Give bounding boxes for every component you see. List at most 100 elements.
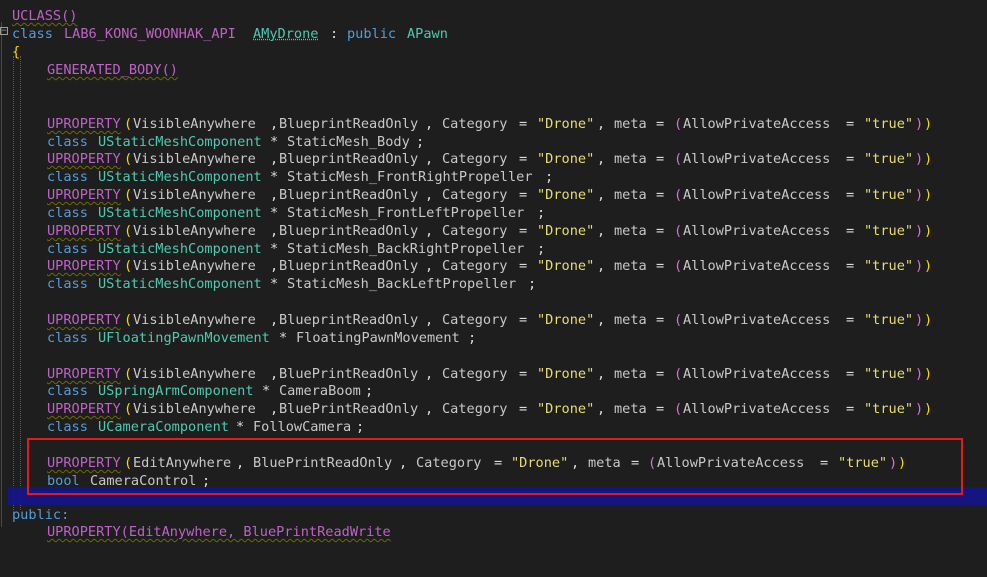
member-name: StaticMesh_FrontLeftPropeller [287,205,525,221]
class-keyword: class [47,419,88,435]
code-line: GENERATED_BODY() [0,61,178,79]
specifier: Category [442,312,508,328]
code-line: class USpringArmComponent * CameraBoom; [47,383,374,399]
string-literal: "Drone" [537,366,595,382]
specifier: AllowPrivateAccess [683,258,831,274]
uproperty-macro: UPROPERTY [47,401,121,417]
colon: : [330,26,339,42]
code-line: UPROPERTY(VisibleAnywhere, BlueprintReadO… [47,223,933,239]
code-line: UPROPERTY(VisibleAnywhere, BlueprintReadO… [47,312,933,328]
string-literal: "Drone" [537,312,595,328]
specifier: meta [614,366,647,382]
specifier: meta [614,116,647,132]
specifier: meta [614,312,647,328]
string-literal: "Drone" [537,151,595,167]
type-name: UStaticMeshComponent [98,241,262,257]
specifier: AllowPrivateAccess [683,116,831,132]
uproperty-macro: UPROPERTY [47,116,121,132]
code-line: UPROPERTY(VisibleAnywhere, BluePrintReadO… [47,366,933,382]
access-specifier: public: [12,507,70,523]
specifier: Category [442,187,508,203]
specifier: AllowPrivateAccess [683,187,831,203]
specifier: meta [614,401,647,417]
code-line: UCLASS() [0,7,77,25]
member-name: StaticMesh_Body [287,134,410,150]
uproperty-macro: UPROPERTY [47,223,121,239]
code-line: UPROPERTY(VisibleAnywhere, BlueprintReadO… [47,116,933,132]
uproperty-macro: UPROPERTY [47,187,121,203]
uproperty-macro: UPROPERTY [47,366,121,382]
string-literal: "Drone" [537,223,595,239]
code-line: public: [0,506,69,524]
string-literal: "true" [864,187,914,203]
string-literal: "Drone" [537,258,595,274]
code-line: UPROPERTY(VisibleAnywhere, BlueprintReadO… [47,187,933,203]
code-line: UPROPERTY(EditAnywhere, BluePrintReadWri… [0,523,391,541]
specifier: BlueprintReadOnly [279,151,419,167]
type-name: UStaticMeshComponent [98,276,262,292]
code-line: UPROPERTY(VisibleAnywhere, BlueprintReadO… [47,151,933,167]
specifier: meta [614,223,647,239]
generated-body-macro: GENERATED_BODY() [47,62,178,78]
class-keyword: class [47,241,88,257]
string-literal: "Drone" [537,116,595,132]
type-name: UStaticMeshComponent [98,205,262,221]
specifier: Category [442,151,508,167]
specifier: AllowPrivateAccess [683,312,831,328]
specifier: VisibleAnywhere [133,258,256,274]
code-line: class UStaticMeshComponent * StaticMesh_Bod… [47,134,425,150]
string-literal: "true" [864,401,914,417]
specifier: AllowPrivateAccess [683,401,831,417]
type-name: USpringArmComponent [98,383,254,399]
specifier: Category [442,401,508,417]
code-line: class UStaticMeshComponent * StaticMesh_Fro… [47,205,546,221]
specifier: VisibleAnywhere [133,187,256,203]
specifier: meta [614,151,647,167]
code-line: class UCameraComponent * FollowCamera; [47,419,365,435]
code-editor[interactable]: − UCLASS() class LAB6_KONG_WOONHAK_API A… [0,0,987,540]
string-literal: "Drone" [537,401,595,417]
uproperty-macro: UPROPERTY(EditAnywhere, BluePrintReadWri… [47,524,391,540]
member-name: StaticMesh_BackRightPropeller [287,241,525,257]
specifier: BlueprintReadOnly [279,187,419,203]
type-name: UFloatingPawnMovement [98,330,270,346]
string-literal: "true" [864,258,914,274]
public-keyword: public [347,26,397,42]
member-name: FloatingPawnMovement [296,330,460,346]
specifier: meta [614,258,647,274]
uproperty-macro: UPROPERTY [47,312,121,328]
code-line: class UFloatingPawnMovement * FloatingPawnM… [47,330,477,346]
code-line: class UStaticMeshComponent * StaticMesh_Bac… [47,241,546,257]
code-line: class UStaticMeshComponent * StaticMesh_Bac… [47,276,537,292]
code-line: UPROPERTY(VisibleAnywhere, BluePrintReadO… [47,401,933,417]
specifier: AllowPrivateAccess [683,151,831,167]
specifier: Category [442,116,508,132]
specifier: AllowPrivateAccess [683,366,831,382]
string-literal: "Drone" [537,187,595,203]
string-literal: "true" [864,116,914,132]
specifier: VisibleAnywhere [133,366,256,382]
type-name: UCameraComponent [98,419,229,435]
specifier: VisibleAnywhere [133,223,256,239]
string-literal: "true" [864,312,914,328]
specifier: AllowPrivateAccess [683,223,831,239]
specifier: meta [614,187,647,203]
class-name: AMyDrone [253,26,319,42]
class-keyword: class [47,276,88,292]
type-name: UStaticMeshComponent [98,134,262,150]
member-name: CameraBoom [279,383,361,399]
specifier: BlueprintReadOnly [279,223,419,239]
api-macro: LAB6_KONG_WOONHAK_API [64,26,236,42]
class-keyword: class [47,330,88,346]
uclass-macro: UCLASS() [12,8,78,24]
code-line: class LAB6_KONG_WOONHAK_API AMyDrone : p… [0,25,448,43]
uproperty-macro: UPROPERTY [47,151,121,167]
string-literal: "true" [864,366,914,382]
specifier: Category [442,366,508,382]
uproperty-macro: UPROPERTY [47,258,121,274]
specifier: VisibleAnywhere [133,116,256,132]
code-line: UPROPERTY(VisibleAnywhere, BlueprintReadO… [47,258,933,274]
specifier: VisibleAnywhere [133,312,256,328]
class-keyword: class [12,26,53,42]
specifier: BlueprintReadOnly [279,116,419,132]
